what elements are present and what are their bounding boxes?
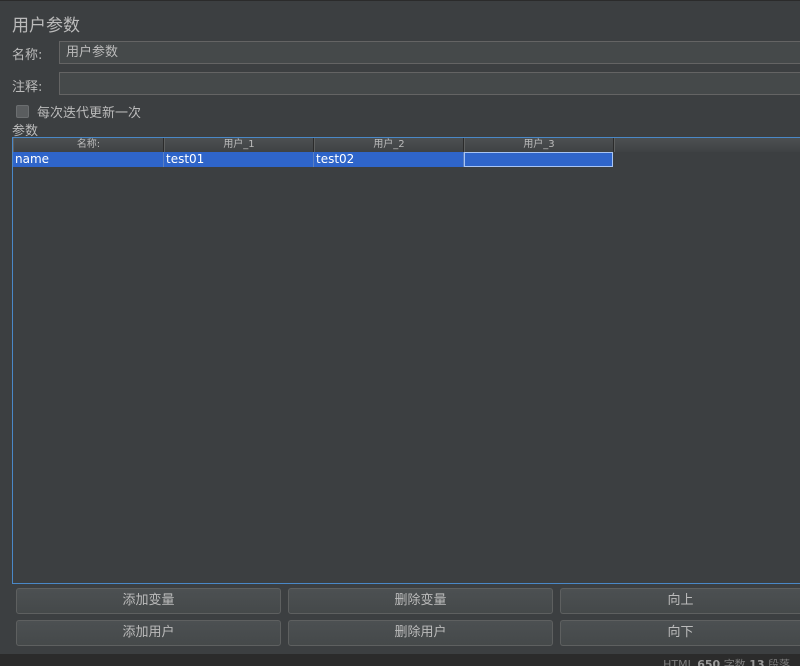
comment-label: 注释: — [12, 80, 43, 95]
column-header-user-2[interactable]: 用户_2 — [314, 138, 464, 152]
cell-user-1[interactable]: test01 — [164, 152, 314, 167]
column-header-user-3[interactable]: 用户_3 — [464, 138, 614, 152]
comment-field[interactable] — [59, 72, 800, 95]
move-up-button[interactable]: 向上 — [560, 588, 800, 614]
name-field[interactable]: 用户参数 — [59, 41, 800, 64]
cell-user-3[interactable] — [464, 152, 613, 167]
move-down-button[interactable]: 向下 — [560, 620, 800, 646]
name-label: 名称: — [12, 48, 43, 63]
update-once-label: 每次迭代更新一次 — [37, 106, 142, 121]
status-word-count: 650 — [697, 658, 721, 666]
status-para-unit: 段落 — [768, 658, 790, 666]
add-variable-button[interactable]: 添加变量 — [16, 588, 281, 614]
update-once-checkbox[interactable] — [16, 105, 29, 118]
update-once-row[interactable]: 每次迭代更新一次 — [16, 102, 141, 121]
status-prefix: HTML — [663, 658, 694, 666]
table-header: 名称: 用户_1 用户_2 用户_3 — [13, 138, 800, 152]
cell-user-2[interactable]: test02 — [314, 152, 464, 167]
add-user-button[interactable]: 添加用户 — [16, 620, 281, 646]
status-para-count: 13 — [749, 658, 765, 666]
cell-name[interactable]: name — [13, 152, 164, 167]
params-table[interactable]: 名称: 用户_1 用户_2 用户_3 name test01 test02 — [12, 137, 800, 584]
table-row[interactable]: name test01 test02 — [13, 152, 613, 167]
column-header-user-1[interactable]: 用户_1 — [164, 138, 314, 152]
panel-title: 用户参数 — [12, 16, 80, 36]
status-word-unit: 字数 — [723, 658, 746, 666]
column-header-filler — [614, 138, 800, 152]
delete-variable-button[interactable]: 删除变量 — [288, 588, 553, 614]
column-header-name[interactable]: 名称: — [13, 138, 164, 152]
top-divider — [0, 0, 800, 1]
delete-user-button[interactable]: 删除用户 — [288, 620, 553, 646]
status-text: HTML 650 字数 13 段落 — [663, 656, 790, 666]
